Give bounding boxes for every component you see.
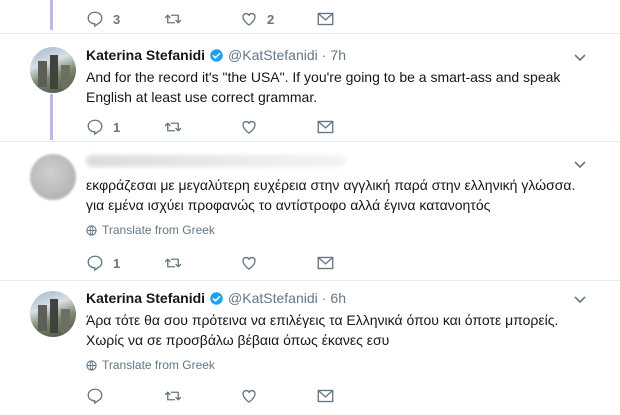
tweet-text-line: English at least use correct grammar. <box>86 89 318 105</box>
retweet-button[interactable] <box>163 115 240 139</box>
tweet-text-line: Χωρίς να σε προσβάλω βέβαια όπως έκανες … <box>86 332 390 348</box>
reply-button[interactable] <box>86 384 163 408</box>
mail-icon <box>317 256 334 270</box>
timestamp[interactable]: 6h <box>330 290 346 306</box>
tweet-text-line: And for the record it's "the USA". If yo… <box>86 69 561 85</box>
heart-icon <box>242 120 256 134</box>
mail-icon <box>317 120 334 134</box>
display-name[interactable]: Katerina Stefanidi <box>86 290 205 306</box>
direct-message-button[interactable] <box>317 384 347 408</box>
translate-label[interactable]: Translate from Greek <box>102 223 215 237</box>
translate-link[interactable]: Translate from Greek <box>86 358 215 372</box>
retweet-button[interactable] <box>163 251 240 275</box>
avatar[interactable] <box>30 47 76 93</box>
chevron-down-icon[interactable] <box>573 295 587 305</box>
tweet-text-line: για εμένα ισχύει προφανώς το αντίστροφο … <box>86 197 491 213</box>
reply-button[interactable]: 1 <box>86 115 163 139</box>
tweet-actions <box>86 384 347 408</box>
heart-icon <box>242 256 256 270</box>
display-name[interactable]: Katerina Stefanidi <box>86 47 205 63</box>
separator: · <box>321 290 327 306</box>
globe-icon <box>86 224 97 236</box>
reply-count: 1 <box>113 119 121 135</box>
reply-count: 1 <box>113 255 121 271</box>
retweet-icon <box>164 258 182 268</box>
tweet-text-line: εκφράζεσαι με μεγαλύτερη ευχέρεια στην α… <box>86 177 576 193</box>
globe-icon <box>86 359 97 371</box>
retweet-icon <box>164 391 182 401</box>
like-button[interactable] <box>240 384 317 408</box>
separator: · <box>321 47 327 63</box>
handle[interactable]: @KatStefanidi <box>228 47 318 63</box>
tweet[interactable]: Katerina Stefanidi @KatStefanidi · 7h An… <box>0 0 620 140</box>
tweet-actions: 1 <box>86 251 347 275</box>
heart-icon <box>242 389 256 403</box>
mail-icon <box>317 389 334 403</box>
tweet-text: And for the record it's "the USA". If yo… <box>86 67 591 107</box>
tweet[interactable]: εκφράζεσαι με μεγαλύτερη ευχέρεια στην α… <box>0 141 620 285</box>
retweet-button[interactable] <box>163 384 240 408</box>
tweet-text: εκφράζεσαι με μεγαλύτερη ευχέρεια στην α… <box>86 175 591 215</box>
reply-icon <box>87 388 103 405</box>
handle[interactable]: @KatStefanidi <box>228 290 318 306</box>
avatar[interactable] <box>30 154 76 200</box>
reply-icon <box>87 119 103 136</box>
reply-icon <box>87 255 103 272</box>
tweet-header: Katerina Stefanidi @KatStefanidi · 7h <box>86 47 346 63</box>
timestamp[interactable]: 7h <box>330 47 346 63</box>
avatar[interactable] <box>30 291 76 337</box>
direct-message-button[interactable] <box>317 251 347 275</box>
chevron-down-icon[interactable] <box>573 160 587 170</box>
direct-message-button[interactable] <box>317 115 347 139</box>
tweet-text: Άρα τότε θα σου πρότεινα να επιλέγεις τα… <box>86 310 591 350</box>
tweet-actions: 1 <box>86 115 347 139</box>
tweet-header: Katerina Stefanidi @KatStefanidi · 6h <box>86 290 346 306</box>
translate-label[interactable]: Translate from Greek <box>102 358 215 372</box>
translate-link[interactable]: Translate from Greek <box>86 223 215 237</box>
verified-badge-icon <box>210 291 223 305</box>
blurred-author-name <box>86 155 346 167</box>
chevron-down-icon[interactable] <box>573 53 587 63</box>
reply-button[interactable]: 1 <box>86 251 163 275</box>
tweet[interactable]: Katerina Stefanidi @KatStefanidi · 6h Άρ… <box>0 280 620 415</box>
tweet-text-line: Άρα τότε θα σου πρότεινα να επιλέγεις τα… <box>86 312 559 328</box>
like-button[interactable] <box>240 115 317 139</box>
verified-badge-icon <box>210 48 223 62</box>
retweet-icon <box>164 122 182 132</box>
like-button[interactable] <box>240 251 317 275</box>
